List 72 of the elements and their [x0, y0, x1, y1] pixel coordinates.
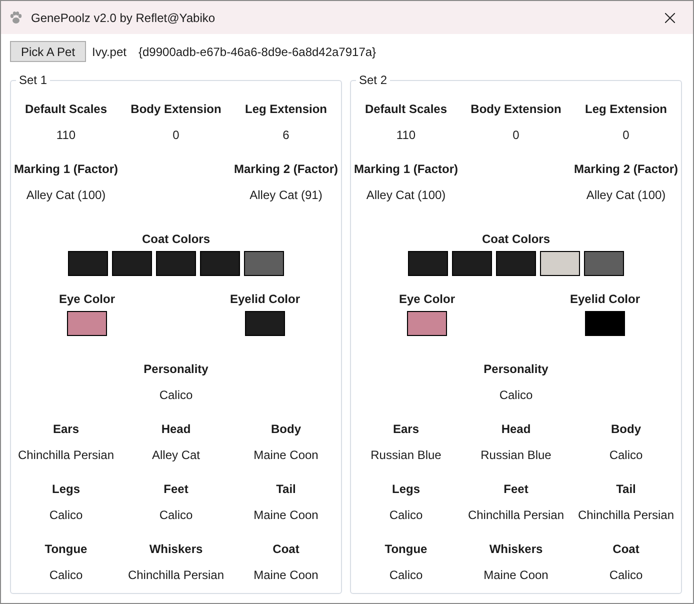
field-label: Legs: [392, 481, 420, 497]
field-label: Tongue: [384, 541, 428, 557]
field-label: Coat Colors: [142, 231, 210, 247]
field-label: Feet: [504, 481, 528, 497]
field-label: Body Extension: [470, 101, 562, 117]
field-value: Calico: [159, 387, 193, 403]
field-label: Eye Color: [59, 291, 116, 307]
field-label: Default Scales: [364, 101, 448, 117]
field-label: Marking 1 (Factor): [14, 161, 118, 177]
paw-icon: [9, 10, 23, 24]
field-value: Alley Cat (91): [250, 187, 322, 203]
field-value: Russian Blue: [480, 447, 552, 463]
field-label: Marking 2 (Factor): [234, 161, 338, 177]
pick-pet-button[interactable]: Pick A Pet: [10, 41, 86, 62]
field-label: Leg Extension: [584, 101, 667, 117]
field-label: Coat: [612, 541, 640, 557]
field-value: Alley Cat (100): [26, 187, 106, 203]
field-label: Head: [161, 421, 191, 437]
field-value: Calico: [49, 507, 83, 523]
field-value: Alley Cat (100): [586, 187, 666, 203]
field-label: Ears: [52, 421, 80, 437]
field-value: Chinchilla Persian: [468, 507, 564, 523]
field-value: Chinchilla Persian: [128, 567, 224, 583]
field-label: Whiskers: [149, 541, 203, 557]
field-value: Maine Coon: [254, 447, 318, 463]
field-label: Marking 1 (Factor): [354, 161, 458, 177]
field-label: Marking 2 (Factor): [574, 161, 678, 177]
field-label: Leg Extension: [244, 101, 327, 117]
field-value: 110: [396, 127, 416, 143]
pet-guid: {d9900adb-e67b-46a6-8d9e-6a8d42a7917a}: [138, 44, 376, 58]
field-label: Coat: [272, 541, 300, 557]
close-icon: [665, 12, 675, 22]
field-value: Alley Cat: [152, 447, 200, 463]
field-value: Maine Coon: [254, 507, 318, 523]
field-value: Russian Blue: [370, 447, 442, 463]
field-value: Calico: [389, 507, 423, 523]
field-value: Calico: [499, 387, 533, 403]
field-label: Personality: [144, 361, 208, 377]
field-label: Head: [501, 421, 531, 437]
field-value: Chinchilla Persian: [578, 507, 674, 523]
field-value: 0: [172, 127, 180, 143]
field-label: Ears: [392, 421, 420, 437]
field-value: 6: [282, 127, 290, 143]
field-label: Body Extension: [130, 101, 222, 117]
field-label: Default Scales: [24, 101, 108, 117]
field-label: Personality: [484, 361, 548, 377]
field-label: Coat Colors: [482, 231, 550, 247]
field-label: Tail: [616, 481, 636, 497]
field-label: Body: [271, 421, 301, 437]
field-value: Calico: [609, 447, 643, 463]
field-label: Feet: [164, 481, 188, 497]
field-value: Alley Cat (100): [366, 187, 446, 203]
field-value: Maine Coon: [484, 567, 548, 583]
field-value: Calico: [159, 507, 193, 523]
field-label: Tail: [276, 481, 296, 497]
field-value: Calico: [49, 567, 83, 583]
field-value: Chinchilla Persian: [18, 447, 114, 463]
field-label: Body: [611, 421, 641, 437]
field-value: Calico: [389, 567, 423, 583]
field-label: Whiskers: [489, 541, 543, 557]
field-label: Tongue: [44, 541, 88, 557]
file-name: Ivy.pet: [92, 44, 126, 58]
field-label: Eyelid Color: [570, 291, 640, 307]
field-label: Eyelid Color: [230, 291, 300, 307]
field-label: Eye Color: [399, 291, 456, 307]
field-label: Legs: [52, 481, 80, 497]
field-value: Calico: [609, 567, 643, 583]
field-value: 0: [622, 127, 630, 143]
field-value: 0: [512, 127, 520, 143]
field-value: Maine Coon: [254, 567, 318, 583]
field-value: 110: [56, 127, 76, 143]
window-title: GenePoolz v2.0 by Reflet@Yabiko: [31, 10, 216, 24]
